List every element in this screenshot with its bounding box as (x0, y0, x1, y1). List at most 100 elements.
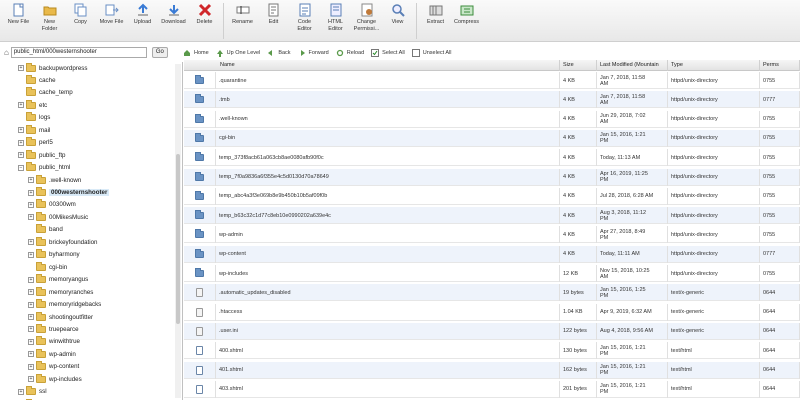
expand-icon[interactable]: + (28, 289, 34, 296)
table-row[interactable]: 403.shtml 201 bytes Jan 15, 2016, 1:21 PM t… (184, 380, 800, 398)
expand-icon[interactable]: + (18, 388, 24, 395)
tree-item[interactable]: − public_html (18, 162, 70, 174)
tree-item[interactable]: + wp-content (28, 361, 79, 373)
tree-item[interactable]: + wp-includes (28, 373, 82, 385)
toolbar-button-edit[interactable]: Edit (258, 3, 289, 26)
tree-item[interactable]: + memoryangus (28, 274, 88, 286)
toolbar-button-html-editor[interactable]: HTML Editor (320, 3, 351, 33)
tree-item[interactable]: +00MikesMusic (28, 211, 88, 223)
table-row[interactable]: temp_abc4a3f3e069b8e9b450b10b5af09f0b 4 K… (184, 187, 800, 205)
tree-item[interactable]: band (28, 224, 63, 236)
toolbar-button-upload[interactable]: Upload (127, 3, 158, 26)
tree-scrollbar[interactable] (175, 64, 181, 398)
tree-item[interactable]: + .well-known (28, 174, 81, 186)
tree-item[interactable]: cgi-bin (28, 261, 67, 273)
expand-icon[interactable]: + (28, 201, 34, 208)
tree-item[interactable]: + perl5 (18, 137, 53, 149)
toolbar-button-new-file[interactable]: New File (3, 3, 34, 26)
toolbar-button-compress[interactable]: Compress (451, 3, 482, 26)
tree-item[interactable]: +00300wm (28, 199, 76, 211)
expand-icon[interactable]: + (28, 314, 34, 320)
tree-item[interactable]: + public_ftp (18, 149, 66, 161)
expand-icon[interactable]: + (28, 326, 34, 333)
tree-item[interactable]: + shootingoutfitter (28, 311, 93, 323)
expand-icon[interactable]: + (18, 65, 24, 71)
table-row[interactable]: .quarantine 4 KB Jan 7, 2018, 11:58 AM http… (184, 72, 800, 89)
tree-item[interactable]: + etc (18, 99, 47, 111)
toolbar-button-copy[interactable]: Copy (65, 3, 96, 26)
nav-forward[interactable]: Forward (298, 49, 329, 57)
tree-item[interactable]: cache_temp (18, 87, 73, 99)
nav-select-all[interactable]: Select All (371, 49, 405, 57)
expand-icon[interactable]: + (28, 189, 34, 196)
table-row[interactable]: .well-known 4 KB Jun 29, 2018, 7:02 AM http… (184, 110, 800, 128)
table-row[interactable]: wp-admin 4 KB Apr 27, 2018, 8:49 PM httpd/u… (184, 226, 800, 244)
column-header[interactable]: Type (668, 60, 760, 71)
expand-icon[interactable]: + (28, 301, 34, 308)
column-header[interactable]: Name (184, 60, 560, 71)
nav-unselect-all[interactable]: Unselect All (411, 49, 452, 57)
panel-divider[interactable] (182, 62, 183, 400)
collapse-icon[interactable]: − (18, 164, 24, 171)
tree-item[interactable]: logs (18, 112, 50, 124)
table-row[interactable]: temp_373f8acb61a063cb8ae0080afb90f0c 4 KB… (184, 149, 800, 167)
table-row[interactable]: .user.ini 122 bytes Aug 4, 2018, 9:56 AM te… (184, 322, 800, 340)
table-row[interactable]: temp_b63c32c1d77c8eb10e0990202a639e4c 4 K… (184, 207, 800, 225)
expand-icon[interactable]: + (28, 239, 34, 246)
table-row[interactable]: 400.shtml 130 bytes Jan 15, 2016, 1:21 PM t… (184, 342, 800, 360)
expand-icon[interactable]: + (18, 152, 24, 159)
table-row[interactable]: .tmb 4 KB Jan 7, 2018, 11:58 AM httpd/unix-… (184, 91, 800, 109)
expand-icon[interactable]: + (28, 338, 34, 345)
path-input[interactable]: public_html/000westernshooter (10, 46, 147, 58)
table-row[interactable]: .htaccess 1.04 KB Apr 9, 2019, 6:32 AM text… (184, 303, 800, 321)
go-button[interactable]: Go (151, 46, 168, 58)
tree-item[interactable]: cache (18, 74, 56, 86)
table-row[interactable]: wp-includes 12 KB Nov 15, 2018, 10:25 AM ht… (184, 265, 800, 282)
toolbar-button-view[interactable]: View (382, 3, 413, 26)
table-row[interactable]: temp_7f0a9836a6f355e4c5d0130d70a78649 4 K… (184, 168, 800, 186)
nav-back[interactable]: Back (267, 49, 291, 57)
toolbar-button-new-folder[interactable]: New Folder (34, 3, 65, 33)
toolbar-button-download[interactable]: Download (158, 3, 189, 26)
column-header[interactable]: Perms (760, 60, 800, 71)
toolbar-button-delete[interactable]: Delete (189, 3, 220, 26)
nav-home[interactable]: Home (183, 49, 209, 57)
expand-icon[interactable]: + (28, 214, 34, 221)
nav-up-level[interactable]: Up One Level (216, 49, 260, 57)
table-row[interactable]: 401.shtml 162 bytes Jan 15, 2016, 1:21 PM t… (184, 361, 800, 379)
expand-icon[interactable]: + (28, 177, 34, 184)
tree-item[interactable]: + mail (18, 124, 50, 136)
text-file-icon (196, 326, 203, 336)
tree-item[interactable]: + memoryridgebacks (28, 299, 101, 311)
expand-icon[interactable]: + (18, 102, 24, 109)
tree-item[interactable]: +000westernshooter (28, 187, 110, 199)
nav-reload[interactable]: Reload (336, 49, 364, 57)
tree-item[interactable]: + brickeyfoundation (28, 236, 98, 248)
column-header[interactable]: Last Modified (Mountain (597, 60, 668, 71)
table-row[interactable]: wp-content 4 KB Today, 11:11 AM httpd/unix-… (184, 245, 800, 263)
tree-item[interactable]: + truepearce (28, 323, 79, 335)
tree-item[interactable]: + memoryranches (28, 286, 93, 298)
tree-scrollbar-thumb[interactable] (176, 154, 180, 324)
column-header[interactable]: Size (560, 60, 597, 71)
toolbar-button-permissions[interactable]: Change Permissi... (351, 3, 382, 33)
toolbar-button-code-editor[interactable]: Code Editor (289, 3, 320, 33)
expand-icon[interactable]: + (28, 376, 34, 383)
expand-icon[interactable]: + (18, 127, 24, 134)
table-row[interactable]: cgi-bin 4 KB Jan 15, 2016, 1:21 PM httpd/un… (184, 129, 800, 147)
expand-icon[interactable]: + (18, 139, 24, 146)
home-directory-icon[interactable]: ⌂ (4, 48, 9, 57)
toolbar-button-rename[interactable]: Rename (227, 3, 258, 26)
expand-icon[interactable]: + (28, 276, 34, 283)
tree-item[interactable]: + ssl (18, 386, 47, 398)
tree-item[interactable]: + winwithtrue (28, 336, 80, 348)
tree-item[interactable]: + byharmony (28, 249, 80, 261)
tree-item[interactable]: + wp-admin (28, 348, 76, 360)
expand-icon[interactable]: + (28, 251, 34, 258)
tree-item[interactable]: + backupwordpress (18, 62, 88, 74)
table-row[interactable]: .automatic_updates_disabled 19 bytes Jan 1… (184, 284, 800, 302)
toolbar-button-move-file[interactable]: Move File (96, 3, 127, 26)
expand-icon[interactable]: + (28, 363, 34, 370)
expand-icon[interactable]: + (28, 351, 34, 358)
toolbar-button-extract[interactable]: Extract (420, 3, 451, 26)
